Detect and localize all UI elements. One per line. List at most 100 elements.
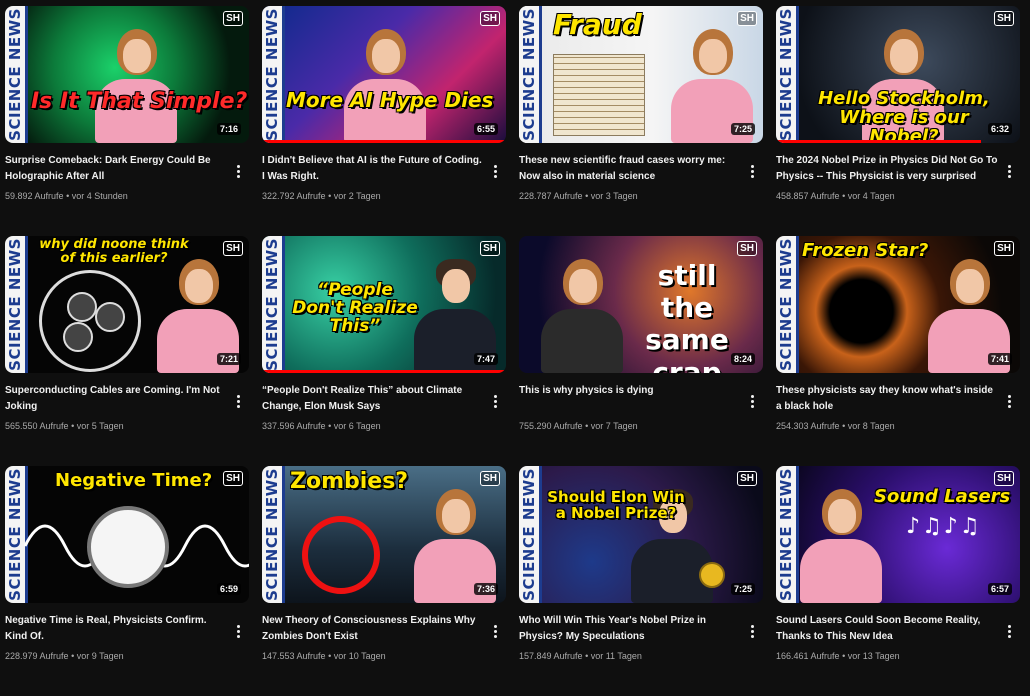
upload-age: vor 9 Tagen: [76, 651, 124, 661]
channel-strip: SCIENCE NEWS: [5, 6, 28, 143]
video-title[interactable]: I Didn't Believe that AI is the Future o…: [262, 153, 484, 185]
more-actions-icon[interactable]: [1002, 623, 1016, 639]
channel-logo: SH: [737, 471, 757, 486]
thumbnail-caption: Hello Stockholm, Where is our Nobel?: [818, 88, 990, 143]
video-card[interactable]: SCIENCE NEWS SH Zombies? 7:36 New Theory…: [262, 466, 506, 696]
video-thumbnail[interactable]: SCIENCE NEWS SH Fraud 7:25: [519, 6, 763, 143]
more-actions-icon[interactable]: [745, 163, 759, 179]
upload-age: vor 3 Tagen: [590, 191, 638, 201]
video-card[interactable]: SCIENCE NEWS SH “People Don't Realize Th…: [262, 236, 506, 466]
video-title[interactable]: Surprise Comeback: Dark Energy Could Be …: [5, 153, 227, 185]
thumbnail-caption: “People Don't Realize This”: [292, 280, 418, 336]
video-thumbnail[interactable]: SCIENCE NEWS SH Is It That Simple? 7:16: [5, 6, 249, 143]
video-thumbnail[interactable]: SCIENCE NEWS SH Zombies? 7:36: [262, 466, 506, 603]
video-card[interactable]: SCIENCE NEWS SH Hello Stockholm, Where i…: [776, 6, 1020, 236]
video-title[interactable]: Sound Lasers Could Soon Become Reality, …: [776, 613, 998, 645]
video-duration: 7:21: [216, 353, 241, 365]
more-actions-icon[interactable]: [231, 623, 245, 639]
video-title[interactable]: These new scientific fraud cases worry m…: [519, 153, 741, 185]
view-count: 166.461 Aufrufe: [776, 651, 840, 661]
presenter-image: [798, 485, 884, 603]
video-duration: 7:36: [473, 583, 498, 595]
video-thumbnail[interactable]: SCIENCE NEWS SH “People Don't Realize Th…: [262, 236, 506, 373]
more-actions-icon[interactable]: [1002, 163, 1016, 179]
video-stats: 337.596 Aufrufe • vor 6 Tagen: [262, 421, 381, 431]
channel-strip: SCIENCE NEWS: [262, 466, 285, 603]
upload-age: vor 10 Tagen: [333, 651, 386, 661]
video-thumbnail[interactable]: SCIENCE NEWS SH why did noone think of t…: [5, 236, 249, 373]
upload-age: vor 4 Stunden: [71, 191, 128, 201]
video-duration: 7:41: [987, 353, 1012, 365]
more-actions-icon[interactable]: [745, 393, 759, 409]
video-stats: 147.553 Aufrufe • vor 10 Tagen: [262, 651, 386, 661]
video-duration: 7:25: [730, 583, 755, 595]
clock-icon: [87, 506, 169, 588]
channel-logo: SH: [994, 11, 1014, 26]
more-actions-icon[interactable]: [231, 393, 245, 409]
video-grid: SCIENCE NEWS SH Is It That Simple? 7:16 …: [5, 6, 1020, 696]
channel-logo: SH: [480, 471, 500, 486]
more-actions-icon[interactable]: [1002, 393, 1016, 409]
view-count: 458.857 Aufrufe: [776, 191, 840, 201]
video-card[interactable]: SCIENCE NEWS SH ♪♫♪♫ Sound Lasers 6:57 S…: [776, 466, 1020, 696]
more-actions-icon[interactable]: [488, 623, 502, 639]
presenter-image: [539, 255, 625, 373]
view-count: 59.892 Aufrufe: [5, 191, 64, 201]
video-thumbnail[interactable]: SCIENCE NEWS SH More AI Hype Dies 6:55: [262, 6, 506, 143]
video-title[interactable]: Negative Time is Real, Physicists Confir…: [5, 613, 227, 645]
video-card[interactable]: SCIENCE NEWS SH Fraud 7:25 These new sci…: [519, 6, 763, 236]
channel-logo: SH: [223, 241, 243, 256]
more-actions-icon[interactable]: [488, 163, 502, 179]
channel-logo: SH: [994, 241, 1014, 256]
video-stats: 322.792 Aufrufe • vor 2 Tagen: [262, 191, 381, 201]
video-card[interactable]: SCIENCE NEWS SH Is It That Simple? 7:16 …: [5, 6, 249, 236]
medal-icon: [699, 562, 725, 588]
channel-strip: SCIENCE NEWS: [519, 6, 542, 143]
thumbnail-caption: Zombies?: [290, 469, 409, 494]
video-title[interactable]: The 2024 Nobel Prize in Physics Did Not …: [776, 153, 998, 185]
video-title[interactable]: “People Don't Realize This” about Climat…: [262, 383, 484, 415]
video-title[interactable]: This is why physics is dying: [519, 383, 741, 415]
thumbnail-caption: Is It That Simple?: [31, 89, 248, 114]
video-thumbnail[interactable]: SCIENCE NEWS SH ♪♫♪♫ Sound Lasers 6:57: [776, 466, 1020, 603]
video-thumbnail[interactable]: SH still the same crap 8:24: [519, 236, 763, 373]
video-card[interactable]: SCIENCE NEWS SH Frozen Star? 7:41 These …: [776, 236, 1020, 466]
cable-cross-section-image: [39, 270, 141, 372]
thumbnail-caption: Should Elon Win a Nobel Prize?: [547, 488, 685, 522]
channel-logo: SH: [223, 11, 243, 26]
thumbnail-caption: More AI Hype Dies: [286, 88, 494, 112]
channel-strip: SCIENCE NEWS: [262, 236, 285, 373]
video-card[interactable]: SH still the same crap 8:24 This is why …: [519, 236, 763, 466]
view-count: 228.787 Aufrufe: [519, 191, 583, 201]
video-card[interactable]: SCIENCE NEWS SH Should Elon Win a Nobel …: [519, 466, 763, 696]
video-title[interactable]: Superconducting Cables are Coming. I'm N…: [5, 383, 227, 415]
channel-logo: SH: [480, 11, 500, 26]
video-title[interactable]: New Theory of Consciousness Explains Why…: [262, 613, 484, 645]
upload-age: vor 7 Tagen: [590, 421, 638, 431]
video-thumbnail[interactable]: SCIENCE NEWS SH Hello Stockholm, Where i…: [776, 6, 1020, 143]
more-actions-icon[interactable]: [231, 163, 245, 179]
video-card[interactable]: SCIENCE NEWS SH why did noone think of t…: [5, 236, 249, 466]
view-count: 254.303 Aufrufe: [776, 421, 840, 431]
thumbnail-caption: Frozen Star?: [802, 240, 929, 261]
video-stats: 157.849 Aufrufe • vor 11 Tagen: [519, 651, 642, 661]
video-title[interactable]: These physicists say they know what's in…: [776, 383, 998, 415]
more-actions-icon[interactable]: [488, 393, 502, 409]
video-title[interactable]: Who Will Win This Year's Nobel Prize in …: [519, 613, 741, 645]
video-stats: 228.979 Aufrufe • vor 9 Tagen: [5, 651, 124, 661]
video-card[interactable]: SCIENCE NEWS SH More AI Hype Dies 6:55 I…: [262, 6, 506, 236]
thumbnail-caption: Negative Time?: [55, 470, 213, 491]
cable-core: [67, 292, 97, 322]
view-count: 755.290 Aufrufe: [519, 421, 583, 431]
video-stats: 565.550 Aufrufe • vor 5 Tagen: [5, 421, 124, 431]
channel-strip: SCIENCE NEWS: [5, 236, 28, 373]
video-thumbnail[interactable]: SCIENCE NEWS SH Frozen Star? 7:41: [776, 236, 1020, 373]
video-thumbnail[interactable]: SCIENCE NEWS SH Should Elon Win a Nobel …: [519, 466, 763, 603]
video-thumbnail[interactable]: SCIENCE NEWS SH Negative Time? 6:59: [5, 466, 249, 603]
video-stats: 228.787 Aufrufe • vor 3 Tagen: [519, 191, 638, 201]
channel-strip: SCIENCE NEWS: [776, 466, 799, 603]
more-actions-icon[interactable]: [745, 623, 759, 639]
upload-age: vor 8 Tagen: [847, 421, 895, 431]
video-card[interactable]: SCIENCE NEWS SH Negative Time? 6:59 Nega…: [5, 466, 249, 696]
video-stats: 254.303 Aufrufe • vor 8 Tagen: [776, 421, 895, 431]
